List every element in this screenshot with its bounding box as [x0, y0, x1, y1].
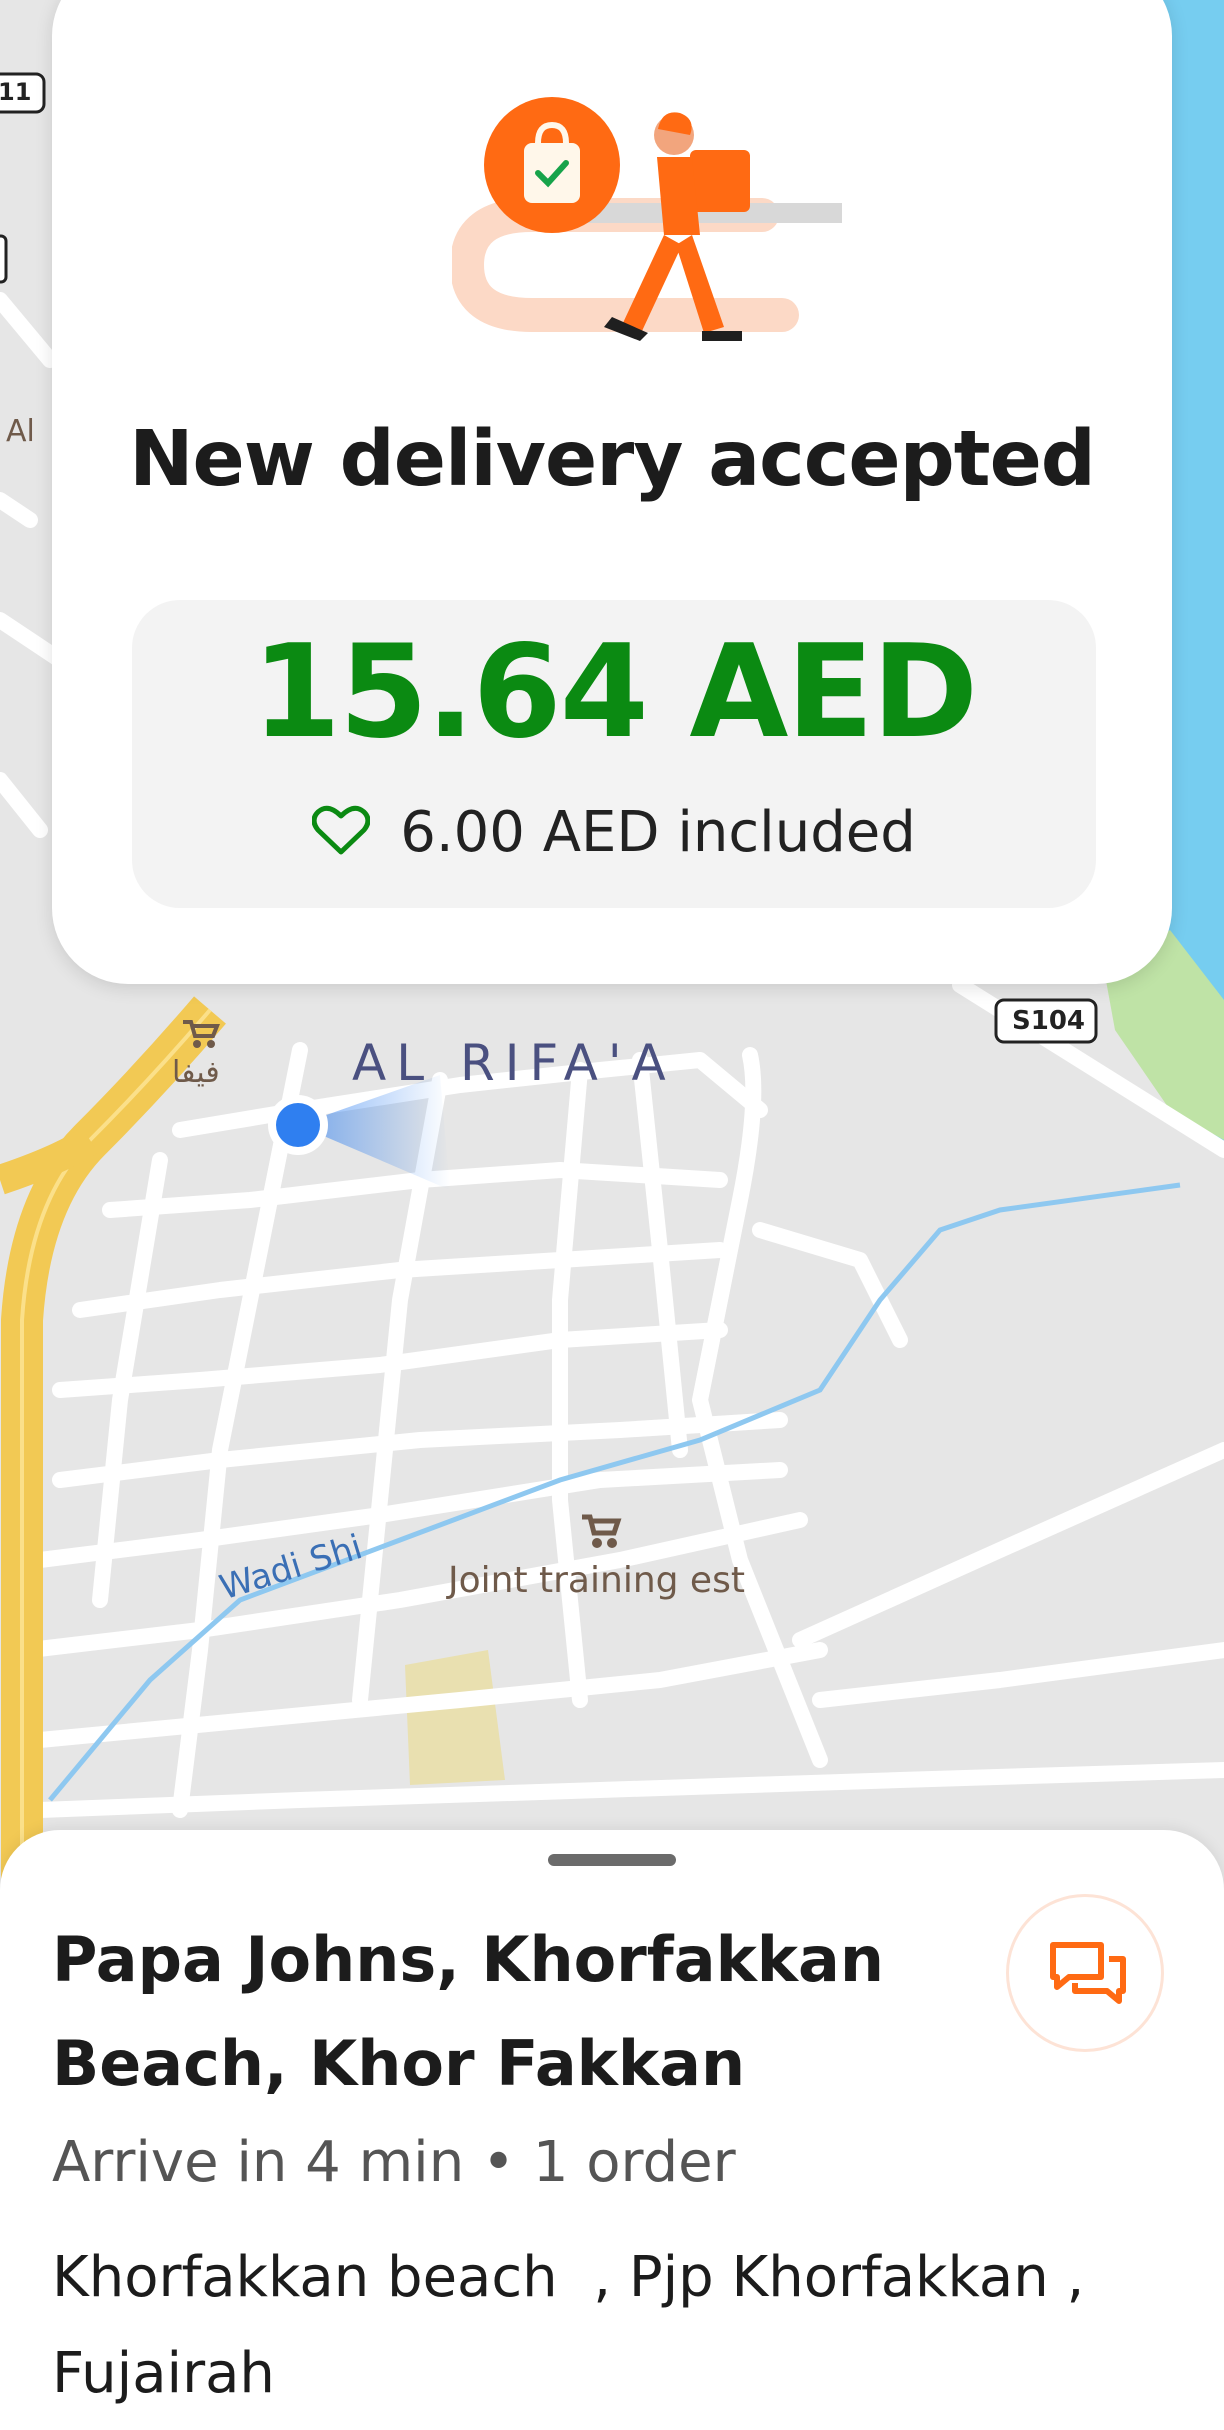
- order-bottom-sheet[interactable]: Papa Johns, Khorfakkan Beach, Khor Fakka…: [0, 1830, 1224, 2430]
- delivery-courier-illustration: [452, 97, 842, 341]
- heart-outline-icon: [311, 805, 371, 855]
- chat-icon: [1050, 1942, 1126, 2004]
- map-edge-label: Al: [6, 414, 35, 449]
- arrive-info: Arrive in 4 min • 1 order: [52, 2130, 736, 2195]
- sand-area: [405, 1650, 505, 1785]
- tip-row: 6.00 AED included: [132, 800, 1096, 865]
- address-line1: Khorfakkan beach , Pjp Khorfakkan ,: [52, 2245, 1085, 2310]
- drag-handle[interactable]: [548, 1854, 676, 1866]
- accept-title: New delivery accepted: [129, 415, 1096, 504]
- poi-label[interactable]: Joint training est: [448, 1560, 745, 1601]
- route-badge-left: 11: [0, 78, 32, 106]
- restaurant-name-line1: Papa Johns, Khorfakkan: [52, 1923, 885, 1996]
- chat-button[interactable]: [1006, 1894, 1164, 2052]
- store-label-arabic: فيفا: [172, 1055, 220, 1090]
- route-badge-right: S104: [1012, 1006, 1085, 1036]
- location-dot-icon: [268, 1095, 328, 1155]
- restaurant-name-line2: Beach, Khor Fakkan: [52, 2027, 746, 2100]
- delivery-accepted-card: New delivery accepted 15.64 AED 6.00 AED…: [52, 0, 1172, 984]
- address-line2: Fujairah: [52, 2341, 275, 2406]
- restaurant-name: Papa Johns, Khorfakkan Beach, Khor Fakka…: [52, 1908, 952, 2116]
- district-label: AL RIFA'A: [352, 1034, 676, 1092]
- earnings-box: 15.64 AED 6.00 AED included: [132, 600, 1096, 908]
- restaurant-address: Khorfakkan beach , Pjp Khorfakkan , Fuja…: [52, 2230, 1084, 2422]
- earnings-amount: 15.64 AED: [251, 618, 978, 767]
- tip-text: 6.00 AED included: [400, 800, 916, 865]
